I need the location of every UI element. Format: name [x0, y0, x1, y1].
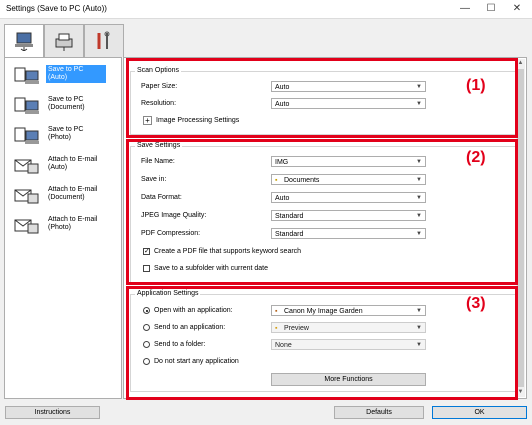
annotation-label-2: (2) — [466, 149, 486, 166]
ok-button[interactable]: OK — [432, 406, 527, 419]
annotation-label-3: (3) — [466, 295, 486, 312]
sidebar-item-email-auto[interactable]: Attach to E-mail (Auto) — [5, 152, 121, 180]
attach-email-icon — [14, 219, 39, 234]
minimize-button[interactable]: — — [452, 0, 478, 18]
sidebar-item-email-photo[interactable]: Attach to E-mail (Photo) — [5, 212, 121, 240]
instructions-button[interactable]: Instructions — [5, 406, 100, 419]
attach-email-icon — [14, 189, 39, 204]
sidebar-item-save-auto[interactable]: Save to PC (Auto) — [5, 62, 121, 90]
sidebar-item-save-photo[interactable]: Save to PC (Photo) — [5, 122, 121, 150]
save-to-pc-icon — [14, 97, 39, 114]
annotation-label-1: (1) — [466, 77, 486, 94]
title-bar: Settings (Save to PC (Auto)) — ☐ ✕ — [0, 0, 532, 19]
tab-scan-from-computer[interactable] — [4, 24, 44, 59]
tab-general-settings[interactable] — [84, 24, 124, 57]
scroll-thumb[interactable] — [517, 69, 524, 387]
sidebar-item-label: Attach to E-mail (Document) — [48, 186, 98, 201]
annotation-box-3 — [126, 286, 518, 400]
sidebar-item-label: Attach to E-mail (Auto) — [48, 156, 98, 171]
maximize-button[interactable]: ☐ — [478, 0, 504, 18]
sidebar-item-label: Save to PC (Photo) — [48, 126, 84, 141]
defaults-button[interactable]: Defaults — [334, 406, 424, 419]
window-title: Settings (Save to PC (Auto)) — [6, 4, 107, 13]
sidebar-item-label: Save to PC (Auto) — [46, 65, 106, 83]
save-to-pc-icon — [14, 127, 39, 144]
attach-email-icon — [14, 159, 39, 174]
sidebar-item-email-document[interactable]: Attach to E-mail (Document) — [5, 182, 121, 210]
computer-scan-icon — [15, 32, 33, 51]
annotation-box-1 — [126, 58, 518, 138]
sidebar-item-save-document[interactable]: Save to PC (Document) — [5, 92, 121, 120]
save-to-pc-icon — [14, 67, 39, 84]
sidebar-item-label: Attach to E-mail (Photo) — [48, 216, 98, 231]
tab-scan-from-operation-panel[interactable] — [44, 24, 84, 57]
scanner-icon — [55, 33, 73, 51]
tools-icon — [97, 31, 110, 49]
annotation-box-2 — [126, 139, 518, 285]
scan-profile-list: Save to PC (Auto) Save to PC (Document) … — [4, 57, 122, 399]
close-button[interactable]: ✕ — [504, 0, 530, 18]
sidebar-item-label: Save to PC (Document) — [48, 96, 85, 111]
